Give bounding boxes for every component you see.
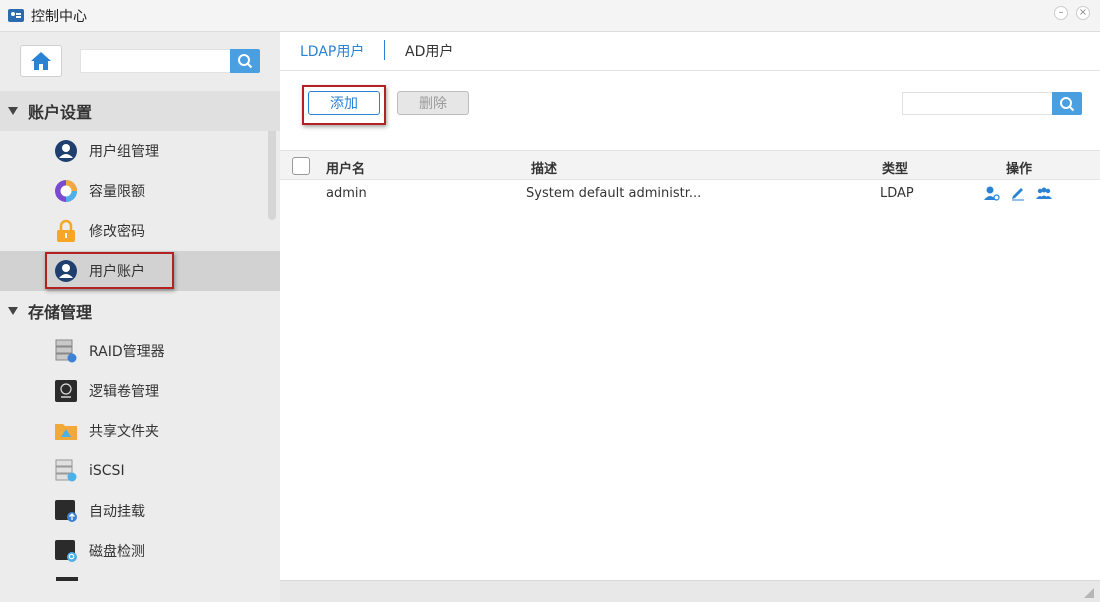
sidebar-item-label: 自动挂载 <box>89 504 145 520</box>
delete-button[interactable]: 删除 <box>397 91 469 115</box>
tab-ad-users[interactable]: AD用户 <box>405 41 453 61</box>
sidebar-item-lvm[interactable]: 逻辑卷管理 <box>0 371 280 411</box>
select-all-checkbox[interactable] <box>292 157 310 175</box>
sidebar-item-label: iSCSI <box>89 463 125 479</box>
minimize-icon[interactable]: – <box>1054 6 1068 20</box>
shared-folder-icon <box>55 424 77 440</box>
user-search-input[interactable] <box>902 92 1052 115</box>
sidebar-search-button[interactable] <box>230 49 260 73</box>
tab-separator <box>384 40 385 60</box>
sidebar-item-label: 用户组管理 <box>89 144 159 160</box>
sidebar-item-automount[interactable]: 自动挂载 <box>0 491 280 531</box>
sidebar-item-label: 容量限额 <box>89 184 145 200</box>
group-label: 存储管理 <box>28 303 93 322</box>
sidebar: 账户设置 用户组管理 容量限额 修改密码 用户账户 存储管理 RAID管理器 逻… <box>0 32 280 602</box>
sidebar-item-label: 共享文件夹 <box>89 424 159 440</box>
collapse-triangle-icon <box>8 307 18 315</box>
table-header: 用户名 描述 类型 操作 <box>280 150 1100 180</box>
add-button[interactable]: 添加 <box>308 91 380 115</box>
row-actions <box>984 185 1052 201</box>
sidebar-item-change-password[interactable]: 修改密码 <box>0 211 280 251</box>
sidebar-item-quota[interactable]: 容量限额 <box>0 171 280 211</box>
sidebar-item-user-group[interactable]: 用户组管理 <box>0 131 280 171</box>
disk-check-icon <box>55 540 77 562</box>
column-description[interactable]: 描述 <box>531 158 557 177</box>
sidebar-item-label: 用户账户 <box>89 264 145 280</box>
table-row[interactable]: admin System default administr... LDAP <box>280 180 1100 206</box>
control-center-icon <box>8 9 24 22</box>
window-title: 控制中心 <box>31 8 87 25</box>
status-bar <box>280 580 1100 602</box>
collapse-triangle-icon <box>8 107 18 115</box>
sidebar-item-iscsi[interactable]: iSCSI <box>0 451 280 491</box>
lock-icon <box>57 219 75 242</box>
raid-icon <box>55 339 77 363</box>
sidebar-item-user-account[interactable]: 用户账户 <box>0 251 280 291</box>
edit-icon[interactable] <box>1010 185 1026 201</box>
sidebar-item-shared-folder[interactable]: 共享文件夹 <box>0 411 280 451</box>
search-icon <box>1060 96 1075 111</box>
next-item-icon-partial <box>56 577 78 581</box>
cell-username: admin <box>326 186 367 201</box>
cell-description: System default administr... <box>526 186 702 201</box>
cell-type: LDAP <box>880 186 914 201</box>
lvm-icon <box>55 380 77 402</box>
sidebar-item-raid[interactable]: RAID管理器 <box>0 331 280 371</box>
group-label: 账户设置 <box>28 103 93 122</box>
iscsi-icon <box>55 459 77 482</box>
sidebar-item-label: 磁盘检测 <box>89 544 145 560</box>
user-groups-icon[interactable] <box>1036 185 1052 201</box>
column-actions: 操作 <box>1006 162 1033 177</box>
sidebar-item-label: 逻辑卷管理 <box>89 384 159 400</box>
sidebar-item-label: 修改密码 <box>89 224 145 240</box>
sidebar-item-label: RAID管理器 <box>89 344 165 360</box>
tab-bar: LDAP用户 AD用户 <box>280 32 1100 71</box>
close-icon[interactable]: × <box>1076 6 1090 20</box>
sidebar-item-disk-check[interactable]: 磁盘检测 <box>0 531 280 571</box>
resize-grip-icon[interactable] <box>1084 588 1094 598</box>
home-button[interactable] <box>20 45 62 77</box>
home-icon <box>31 52 51 70</box>
group-account-settings[interactable]: 账户设置 <box>0 91 280 131</box>
main-panel: LDAP用户 AD用户 添加 删除 用户名 描述 类型 操作 admin Sys… <box>280 32 1100 602</box>
window-controls: – × <box>1054 6 1090 20</box>
user-group-icon <box>55 140 77 162</box>
column-type[interactable]: 类型 <box>882 158 908 177</box>
quota-icon <box>55 180 77 202</box>
user-account-icon <box>55 260 77 282</box>
sidebar-search-input[interactable] <box>80 49 230 73</box>
group-storage-management[interactable]: 存储管理 <box>0 291 280 331</box>
title-bar: 控制中心 – × <box>0 0 1100 32</box>
tab-ldap-users[interactable]: LDAP用户 <box>300 41 364 61</box>
user-key-icon[interactable] <box>984 185 1000 201</box>
user-search-button[interactable] <box>1052 92 1082 115</box>
column-username[interactable]: 用户名 <box>326 158 365 177</box>
search-icon <box>238 54 253 69</box>
automount-icon <box>55 500 77 522</box>
